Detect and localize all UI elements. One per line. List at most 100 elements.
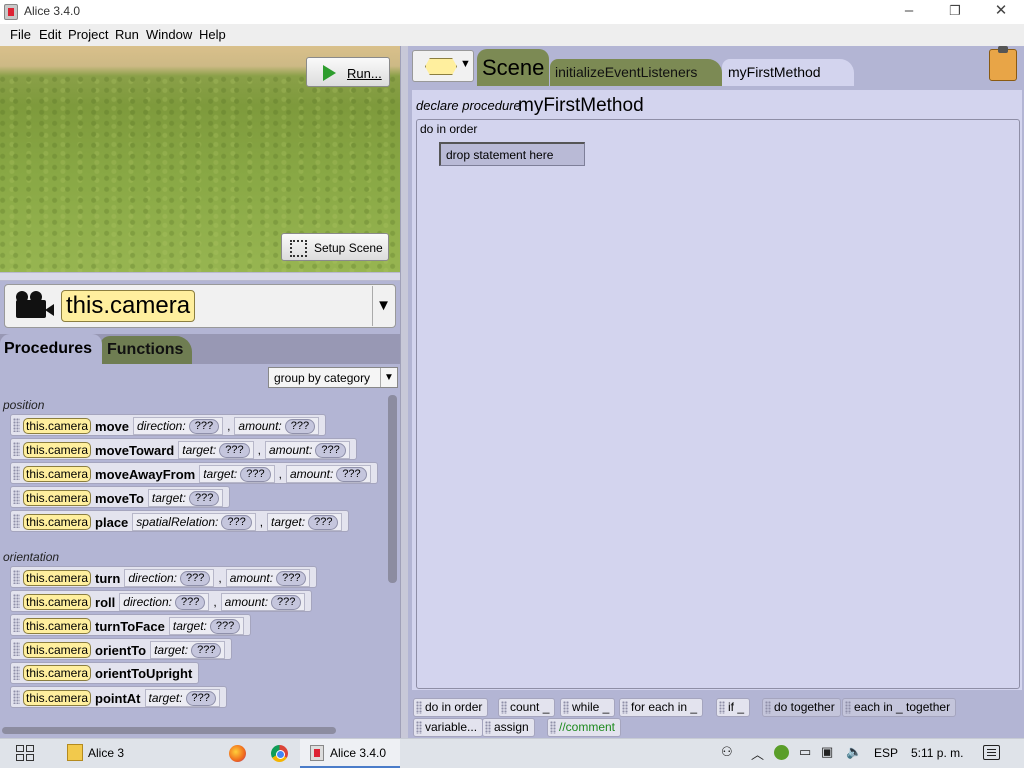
drag-handle-icon[interactable] [13,618,20,632]
clipboard-icon[interactable] [989,46,1017,81]
parameter-slot[interactable]: spatialRelation:??? [132,513,256,531]
procedure-tile[interactable]: this.camera move direction:???, amount:??? [10,414,326,436]
placeholder-value[interactable]: ??? [191,642,222,658]
run-button[interactable]: Run... [306,57,390,87]
ctrl-comment[interactable]: //comment [547,718,622,737]
procedure-tile[interactable]: this.camera roll direction:???, amount:??? [10,590,312,612]
menu-run[interactable]: Run [115,27,139,42]
tab-procedures[interactable]: Procedures [0,334,102,364]
tab-scene[interactable]: Scene [477,49,549,86]
parameter-slot[interactable]: target:??? [178,441,254,459]
parameter-slot[interactable]: direction:??? [119,593,210,611]
placeholder-value[interactable]: ??? [219,442,250,458]
clock[interactable]: 5:11 p. m. [911,746,963,760]
drag-handle-icon[interactable] [13,642,20,656]
procedure-tile[interactable]: this.camera orientTo target:??? [10,638,232,660]
dropdown-arrow-icon[interactable]: ▼ [372,286,394,326]
parameter-slot[interactable]: amount:??? [285,465,371,483]
selected-instance[interactable]: this.camera [61,290,196,322]
tab-functions[interactable]: Functions [100,336,192,364]
drag-handle-icon[interactable] [13,690,20,704]
setup-scene-button[interactable]: Setup Scene [281,233,389,261]
placeholder-value[interactable]: ??? [180,570,211,586]
parameter-slot[interactable]: target:??? [168,617,245,635]
procedure-tile[interactable]: this.camera moveTo target:??? [10,486,230,508]
language-indicator[interactable]: ESP [874,746,898,760]
menu-help[interactable]: Help [199,27,226,42]
placeholder-value[interactable]: ??? [188,490,220,506]
vertical-scrollbar[interactable] [388,395,397,583]
drag-handle-icon[interactable] [13,490,20,504]
menu-edit[interactable]: Edit [39,27,61,42]
drag-handle-icon[interactable] [13,466,20,480]
folder-icon[interactable] [67,744,83,761]
placeholder-value[interactable]: ??? [271,594,302,610]
ctrl-assign[interactable]: assign [482,718,535,737]
ctrl-count[interactable]: count _ [498,698,556,717]
usb-icon[interactable]: ▭ [799,744,811,760]
drag-handle-icon[interactable] [13,666,20,680]
ctrl-each-in-together[interactable]: each in _ together [842,698,957,717]
chrome-icon[interactable] [271,745,288,762]
minimize-icon[interactable]: – [886,0,932,24]
group-by-select[interactable]: group by category ▼ [268,367,398,388]
ctrl-for-each-in[interactable]: for each in _ [619,698,704,717]
ctrl-variable[interactable]: variable... [413,718,484,737]
firefox-icon[interactable] [229,745,246,762]
parameter-slot[interactable]: target:??? [147,489,224,507]
placeholder-value[interactable]: ??? [336,466,367,482]
tray-app-icon[interactable] [774,745,789,760]
placeholder-value[interactable]: ??? [276,570,307,586]
parameter-slot[interactable]: direction:??? [124,569,215,587]
drop-statement-target[interactable]: drop statement here [439,142,585,166]
vertical-splitter[interactable] [400,46,408,738]
parameter-slot[interactable]: amount:??? [264,441,350,459]
placeholder-value[interactable]: ??? [174,594,206,610]
horizontal-splitter[interactable] [0,272,400,281]
ctrl-do-together[interactable]: do together [762,698,841,717]
placeholder-value[interactable]: ??? [221,514,252,530]
procedure-tile[interactable]: this.camera moveAwayFrom target:???, amount… [10,462,378,484]
drag-handle-icon[interactable] [13,442,20,456]
ctrl-do-in-order[interactable]: do in order [413,698,489,717]
procedure-tile[interactable]: this.camera orientToUpright [10,662,199,684]
ctrl-while[interactable]: while _ [560,698,616,717]
taskbar-alice340-label[interactable]: Alice 3.4.0 [330,746,386,760]
parameter-slot[interactable]: target:??? [144,689,220,707]
taskbar-alice3-label[interactable]: Alice 3 [88,746,124,760]
volume-icon[interactable]: 🔈 [846,744,862,760]
ctrl-if[interactable]: if _ [716,698,751,717]
drag-handle-icon[interactable] [13,514,20,528]
type-selector-button[interactable]: ▼ [412,50,474,82]
restore-icon[interactable]: ❐ [932,0,978,24]
horizontal-scrollbar[interactable] [2,727,336,734]
tab-my-first-method[interactable]: myFirstMethod [722,59,854,86]
close-icon[interactable]: ✕ [978,0,1024,24]
do-in-order-block[interactable] [416,119,1020,689]
notifications-icon[interactable] [983,745,1000,760]
parameter-slot[interactable]: target:??? [150,641,226,659]
procedure-tile[interactable]: this.camera moveToward target:???, amount:?… [10,438,357,460]
menu-window[interactable]: Window [146,27,192,42]
procedure-tile[interactable]: this.camera pointAt target:??? [10,686,227,708]
parameter-slot[interactable]: amount:??? [234,417,320,435]
parameter-slot[interactable]: target:??? [267,513,343,531]
network-icon[interactable]: ▣ [821,744,833,760]
menu-project[interactable]: Project [68,27,108,42]
procedure-tile[interactable]: this.camera turn direction:???, amount:??? [10,566,317,588]
parameter-slot[interactable]: direction:??? [133,417,224,435]
parameter-slot[interactable]: amount:??? [225,569,311,587]
parameter-slot[interactable]: amount:??? [220,593,306,611]
people-icon[interactable]: ⚇ [721,744,733,760]
task-view-icon[interactable] [16,745,36,763]
chevron-up-icon[interactable]: ︿ [751,744,764,763]
placeholder-value[interactable]: ??? [209,618,241,634]
placeholder-value[interactable]: ??? [284,418,316,434]
procedure-tile[interactable]: this.camera place spatialRelation:???, targ… [10,510,349,532]
placeholder-value[interactable]: ??? [188,418,220,434]
parameter-slot[interactable]: target:??? [199,465,275,483]
placeholder-value[interactable]: ??? [308,514,339,530]
placeholder-value[interactable]: ??? [185,690,216,706]
drag-handle-icon[interactable] [13,594,20,608]
procedure-tile[interactable]: this.camera turnToFace target:??? [10,614,251,636]
